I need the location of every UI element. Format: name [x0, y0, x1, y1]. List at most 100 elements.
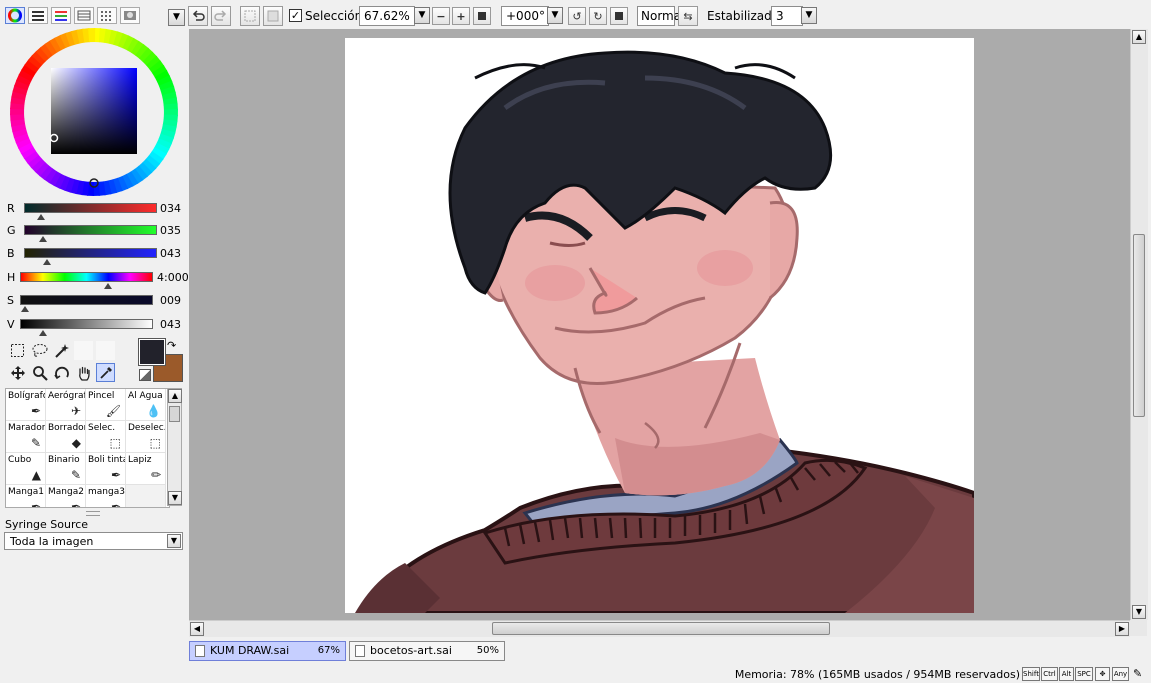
- brush-binario[interactable]: Binario ✎: [46, 453, 86, 485]
- lasso-icon: [32, 344, 48, 357]
- color-wheel[interactable]: [10, 28, 178, 196]
- flip-horizontal-button[interactable]: ⇆: [678, 6, 698, 26]
- slider-h[interactable]: [20, 272, 153, 282]
- hsv-slider-mode-button[interactable]: [51, 7, 71, 24]
- panel-resize-handle[interactable]: [86, 511, 100, 516]
- brush-cubo[interactable]: Cubo ▲: [6, 453, 46, 485]
- color-wheel-icon: [8, 8, 22, 23]
- zoom-in-button[interactable]: +: [452, 7, 470, 25]
- drawing-canvas[interactable]: [345, 38, 974, 613]
- zoom-reset-button[interactable]: [473, 7, 491, 25]
- brush-deselec-[interactable]: Deselec. ⬚: [126, 421, 166, 453]
- slider-s[interactable]: [20, 295, 153, 305]
- blend-mode-button[interactable]: Normal: [637, 6, 684, 26]
- scroll-down-button[interactable]: ▼: [168, 491, 182, 505]
- magic-wand-tool[interactable]: [52, 341, 71, 360]
- chevron-down-icon: ▼: [551, 10, 559, 20]
- brush-bol-grafo[interactable]: Bolígrafo ✒: [6, 389, 46, 421]
- redo-button[interactable]: [211, 6, 231, 26]
- scroll-thumb[interactable]: [169, 406, 180, 422]
- redo-icon: [214, 10, 227, 21]
- chevron-left-icon: ◀: [193, 624, 201, 633]
- brush-tool-grid: Bolígrafo ✒ Aerógrafo ✈ Pincel 🖌 Al Agua 💧 Marad…: [5, 388, 170, 508]
- top-toolbar: ✓ Selección 67.62% ▼ − + +000° ▼ ↺ ↻ Nor…: [185, 0, 1151, 30]
- color-mix-mode-button[interactable]: [74, 7, 94, 24]
- panel-menu-dropdown[interactable]: ▼: [168, 9, 185, 26]
- scrollbar-corner: [1130, 620, 1147, 636]
- file-tab-kum-draw[interactable]: KUM DRAW.sai 67%: [189, 641, 346, 661]
- slider-thumb-g[interactable]: [38, 236, 47, 242]
- brush-borrador[interactable]: Borrador ◆: [46, 421, 86, 453]
- selection-checkbox[interactable]: ✓: [289, 9, 302, 22]
- chevron-down-icon: ▼: [805, 10, 813, 20]
- rotate-tool[interactable]: [52, 363, 71, 382]
- slider-thumb-h[interactable]: [103, 283, 112, 289]
- horizontal-scroll-thumb[interactable]: [492, 622, 830, 635]
- alt-key-indicator: Alt: [1059, 667, 1074, 681]
- brush-manga3[interactable]: manga3 ✒: [86, 485, 126, 507]
- slider-g[interactable]: [24, 225, 157, 235]
- rotation-field[interactable]: +000°: [501, 6, 549, 26]
- rotate-reset-button[interactable]: [610, 7, 628, 25]
- scroll-left-button[interactable]: ◀: [190, 622, 204, 636]
- vertical-scroll-thumb[interactable]: [1133, 234, 1145, 417]
- scroll-right-button[interactable]: ▶: [1115, 622, 1129, 636]
- zoom-field[interactable]: 67.62%: [359, 6, 415, 26]
- scroll-up-button[interactable]: ▲: [1132, 30, 1146, 44]
- scratchpad-mode-button[interactable]: [120, 7, 140, 24]
- zoom-out-button[interactable]: −: [432, 7, 450, 25]
- move-tool[interactable]: [8, 363, 27, 382]
- slider-thumb-v[interactable]: [38, 330, 47, 336]
- slider-label-s: S: [7, 294, 14, 307]
- brush-pincel[interactable]: Pincel 🖌: [86, 389, 126, 421]
- horizontal-scrollbar[interactable]: ◀ ▶: [189, 620, 1130, 637]
- scroll-up-button[interactable]: ▲: [168, 389, 182, 403]
- slider-value-r: 034: [160, 202, 181, 215]
- rgb-slider-mode-button[interactable]: [28, 7, 48, 24]
- rotation-dropdown[interactable]: ▼: [547, 7, 563, 24]
- flip-icon: ⇆: [683, 9, 693, 23]
- brush-manga1[interactable]: Manga1 ✒: [6, 485, 46, 507]
- syringe-source-select[interactable]: Toda la imagen ▼: [4, 532, 183, 550]
- deselect-button[interactable]: [240, 6, 260, 26]
- color-wheel-mode-button[interactable]: [5, 7, 25, 24]
- rotate-left-button[interactable]: ↺: [568, 7, 586, 25]
- brush-al-agua[interactable]: Al Agua 💧: [126, 389, 166, 421]
- undo-button[interactable]: [188, 6, 208, 26]
- eyedropper-tool[interactable]: [96, 363, 115, 382]
- brush-manga2[interactable]: Manga2 ✒: [46, 485, 86, 507]
- brush-label: manga3: [88, 487, 125, 497]
- square-icon: [615, 12, 623, 20]
- stabilizer-dropdown[interactable]: ▼: [801, 7, 817, 24]
- brush-aer-grafo[interactable]: Aerógrafo ✈: [46, 389, 86, 421]
- slider-b[interactable]: [24, 248, 157, 258]
- scroll-down-button[interactable]: ▼: [1132, 605, 1146, 619]
- zoom-dropdown[interactable]: ▼: [414, 7, 430, 24]
- brush-marador[interactable]: Marador ✎: [6, 421, 46, 453]
- brush-grid-scrollbar[interactable]: ▲ ▼: [167, 388, 182, 506]
- brush-boli-tinta[interactable]: Boli tinta ✒: [86, 453, 126, 485]
- file-tab-bocetos-art[interactable]: bocetos-art.sai 50%: [349, 641, 505, 661]
- foreground-color-swatch[interactable]: [138, 338, 166, 366]
- rect-select-icon: [11, 344, 24, 357]
- zoom-tool[interactable]: [30, 363, 49, 382]
- slider-value-v: 043: [160, 318, 181, 331]
- lasso-tool[interactable]: [30, 341, 49, 360]
- invert-selection-button[interactable]: [263, 6, 283, 26]
- swatch-mode-button[interactable]: [97, 7, 117, 24]
- brush-selec-[interactable]: Selec. ⬚: [86, 421, 126, 453]
- stabilizer-field[interactable]: 3: [771, 6, 803, 26]
- slider-r[interactable]: [24, 203, 157, 213]
- slider-thumb-r[interactable]: [37, 214, 46, 220]
- swap-colors-icon[interactable]: ↷: [167, 339, 176, 352]
- brush-lapiz[interactable]: Lapiz ✏: [126, 453, 166, 485]
- slider-thumb-b[interactable]: [42, 259, 51, 265]
- vertical-scrollbar[interactable]: ▲ ▼: [1130, 29, 1148, 620]
- slider-v[interactable]: [20, 319, 153, 329]
- slider-label-r: R: [7, 202, 15, 215]
- rect-select-tool[interactable]: [8, 341, 27, 360]
- transparent-color-icon[interactable]: [139, 369, 151, 381]
- slider-thumb-s[interactable]: [21, 306, 30, 312]
- rotate-right-button[interactable]: ↻: [589, 7, 607, 25]
- hand-tool[interactable]: [74, 363, 93, 382]
